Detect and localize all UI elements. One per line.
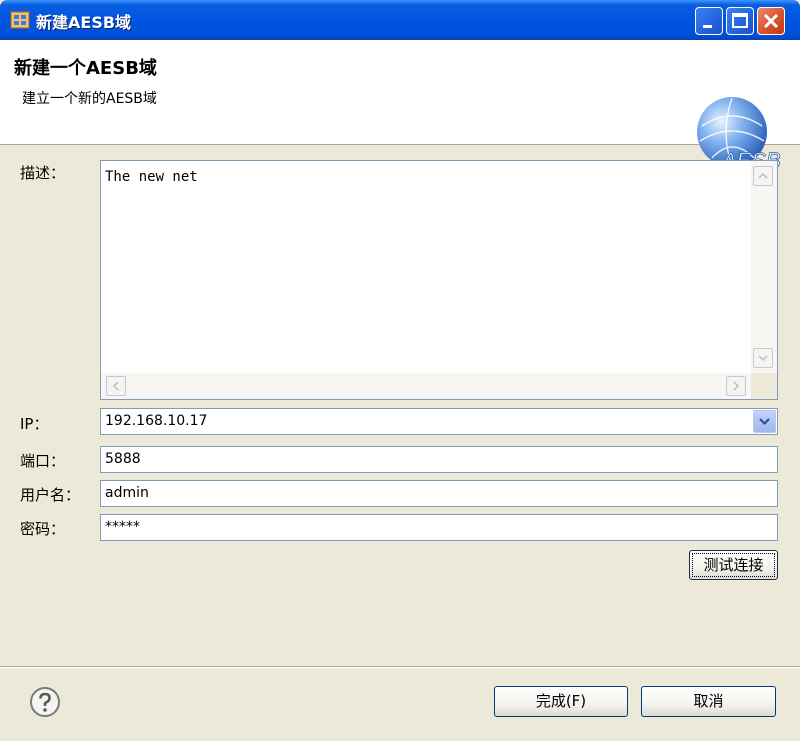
scrollbar-corner [751,373,777,399]
horizontal-scrollbar[interactable] [101,373,751,399]
maximize-button[interactable] [726,7,754,35]
port-value: 5888 [105,451,141,467]
close-button[interactable] [757,7,785,35]
cancel-button[interactable]: 取消 [641,686,776,717]
chevron-left-icon [112,381,119,391]
minimize-icon [703,25,712,28]
username-input[interactable]: admin [100,480,778,507]
dialog-window: 新建AESB域 新建一个AESB域 建立一个新的AESB域 AESB [0,0,800,741]
vertical-scrollbar[interactable] [751,161,777,373]
minimize-button[interactable] [695,7,723,35]
finish-button[interactable]: 完成(F) [494,686,628,717]
password-value: ***** [105,519,140,535]
ip-dropdown-button[interactable] [753,410,776,433]
maximize-icon [732,13,748,28]
password-label: 密码： [20,520,66,538]
close-icon [763,13,779,29]
chevron-down-icon [758,355,768,362]
scroll-left-button[interactable] [106,376,126,396]
ip-label: IP： [20,415,49,433]
scroll-down-button[interactable] [753,348,773,368]
test-connection-button[interactable]: 测试连接 [689,550,778,580]
chevron-right-icon [733,381,740,391]
wizard-title: 新建一个AESB域 [14,58,157,79]
description-textarea[interactable]: The new net [100,160,778,400]
footer-separator [0,666,800,668]
description-label: 描述： [20,164,66,182]
description-text: The new net [105,169,198,185]
scroll-right-button[interactable] [726,376,746,396]
chevron-down-icon [759,418,770,426]
help-icon[interactable] [29,686,61,718]
scroll-up-button[interactable] [753,166,773,186]
app-icon [10,11,30,29]
password-input[interactable]: ***** [100,514,778,541]
ip-combobox[interactable]: 192.168.10.17 [100,408,778,435]
port-input[interactable]: 5888 [100,446,778,473]
ip-value: 192.168.10.17 [105,413,208,429]
window-title: 新建AESB域 [36,13,132,32]
chevron-up-icon [758,172,768,179]
wizard-subtitle: 建立一个新的AESB域 [22,91,157,107]
username-value: admin [105,485,149,501]
title-bar[interactable]: 新建AESB域 [0,0,800,40]
wizard-header: 新建一个AESB域 建立一个新的AESB域 AESB [0,40,800,173]
username-label: 用户名： [20,486,81,504]
port-label: 端口： [20,452,66,470]
